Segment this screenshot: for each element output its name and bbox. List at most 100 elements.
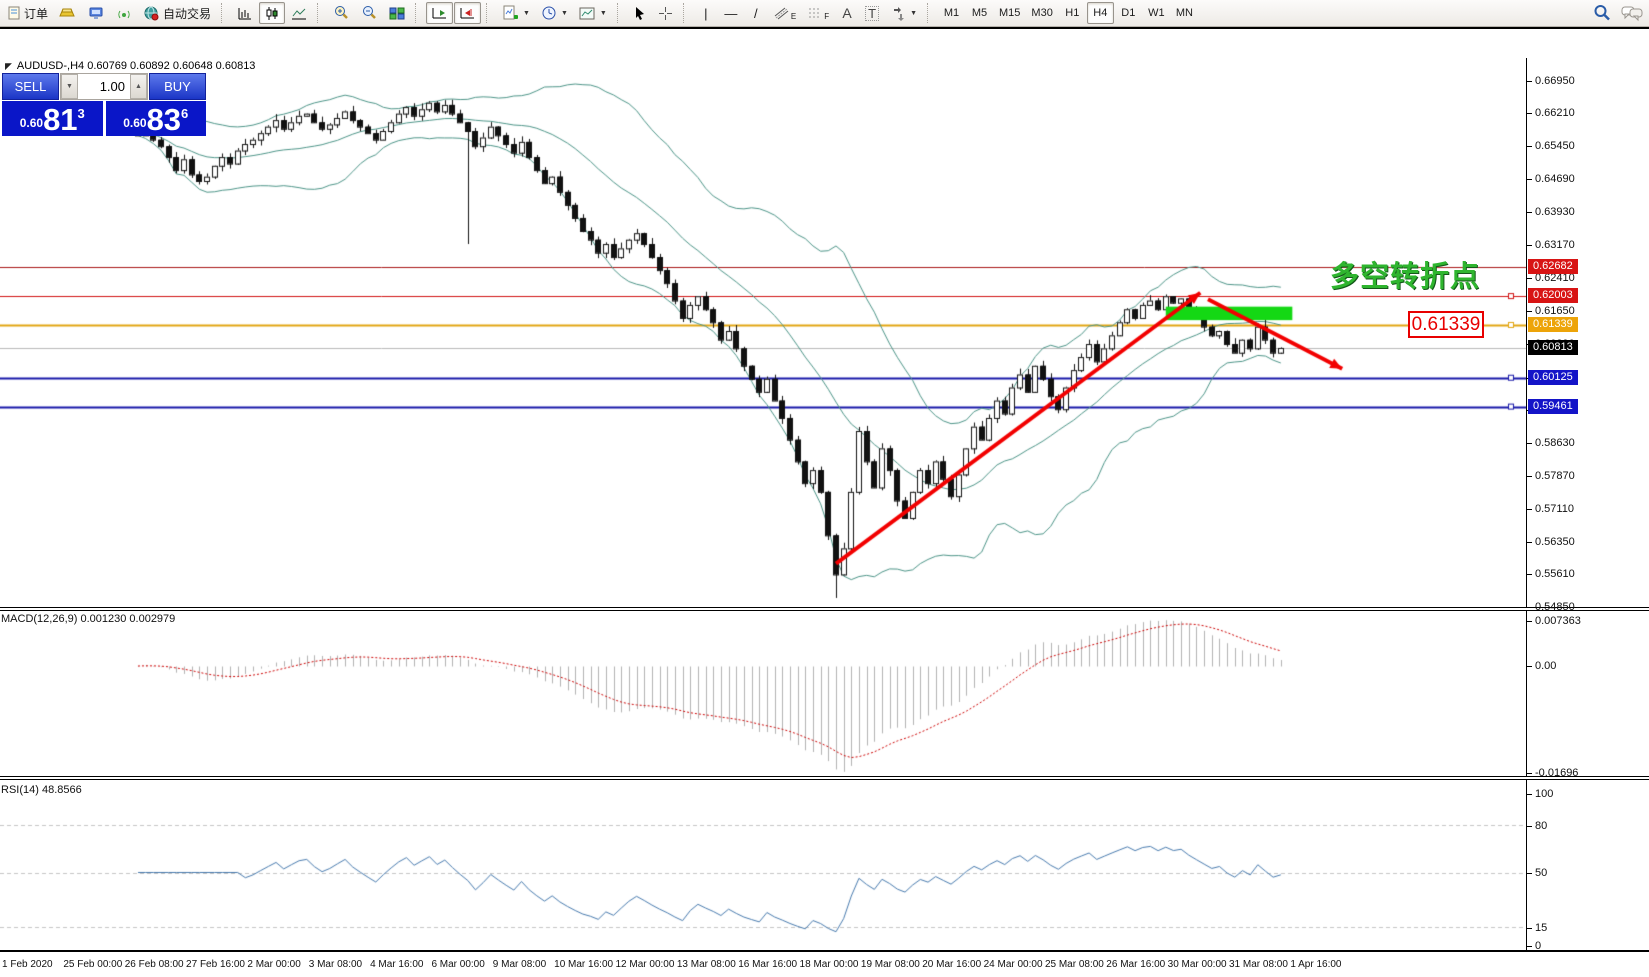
time-axis-label: 9 Mar 08:00: [493, 959, 546, 970]
time-axis-label: 31 Mar 08:00: [1229, 959, 1288, 970]
price-tick-label: 0.63170: [1535, 239, 1575, 251]
timeframe-group: M1M5M15M30H1H4D1W1MN: [938, 2, 1198, 24]
chevron-down-icon[interactable]: ▼: [561, 10, 568, 17]
sell-button[interactable]: SELL: [2, 73, 59, 100]
equidistant-channel-tool-button[interactable]: E: [769, 2, 801, 24]
text-label-tool-button[interactable]: T: [860, 2, 884, 24]
axis-tick-label: 80: [1535, 820, 1547, 832]
text-tool-button[interactable]: A: [835, 2, 859, 24]
rsi-canvas[interactable]: [0, 780, 1526, 950]
trendline-tool-button[interactable]: /: [744, 2, 768, 24]
chart-title-text: AUDUSD-,H4 0.60769 0.60892 0.60648 0.608…: [17, 60, 256, 72]
time-axis[interactable]: 1 Feb 202025 Feb 00:0026 Feb 08:0027 Feb…: [0, 952, 1649, 977]
template-icon: [579, 6, 596, 21]
chart-marker-icon: ◤: [5, 61, 12, 72]
toolbar-separator: [927, 3, 934, 23]
chinese-annotation[interactable]: 多空转折点: [1300, 262, 1480, 292]
sell-price-big: 81: [43, 107, 77, 133]
zoom-out-button[interactable]: [356, 2, 383, 24]
application-window: 订单 自动交易: [0, 0, 1649, 948]
history-center-button[interactable]: [54, 2, 82, 24]
terminal-button[interactable]: [83, 2, 110, 24]
candlestick-mode-button[interactable]: [259, 2, 285, 24]
tile-windows-button[interactable]: [384, 2, 410, 24]
price-tick: [1527, 146, 1532, 147]
volume-up-button[interactable]: ▲: [130, 74, 147, 99]
price-chart-canvas[interactable]: [0, 58, 1526, 607]
axis-tick: [1527, 928, 1532, 929]
chat-icon[interactable]: [1621, 5, 1643, 22]
signal-icon: [116, 6, 132, 21]
periods-button[interactable]: ▼: [536, 2, 573, 24]
time-axis-label: 19 Mar 08:00: [861, 959, 920, 970]
macd-canvas[interactable]: [0, 611, 1526, 776]
price-tick: [1527, 607, 1532, 608]
time-axis-label: 20 Mar 16:00: [922, 959, 981, 970]
line-chart-mode-button[interactable]: [286, 2, 312, 24]
sell-price-base: 0.60: [20, 116, 43, 130]
arrows-tool-button[interactable]: ▼: [885, 2, 922, 24]
timeframe-h4[interactable]: H4: [1087, 2, 1114, 24]
time-axis-label: 1 Feb 2020: [2, 959, 53, 970]
new-order-button[interactable]: 订单: [2, 2, 53, 24]
cursor-tool-button[interactable]: [628, 2, 652, 24]
add-indicator-button[interactable]: ▼: [497, 2, 535, 24]
timeframe-m1[interactable]: M1: [938, 2, 965, 24]
timeframe-m5[interactable]: M5: [966, 2, 993, 24]
chart-shift-icon: [459, 6, 476, 21]
buy-button[interactable]: BUY: [149, 73, 206, 100]
chevron-down-icon[interactable]: ▼: [910, 10, 917, 17]
crosshair-tool-button[interactable]: [653, 2, 678, 24]
chevron-down-icon[interactable]: ▼: [523, 10, 530, 17]
axis-tick: [1527, 794, 1532, 795]
zoom-in-button[interactable]: [328, 2, 355, 24]
timeframe-mn[interactable]: MN: [1171, 2, 1198, 24]
axis-tick: [1527, 826, 1532, 827]
time-axis-label: 30 Mar 00:00: [1168, 959, 1227, 970]
volume-down-button[interactable]: ▼: [61, 74, 78, 99]
panel-divider[interactable]: [0, 776, 1649, 780]
axis-tick: [1527, 666, 1532, 667]
price-tick-label: 0.66950: [1535, 75, 1575, 87]
autotrade-button[interactable]: 自动交易: [138, 2, 216, 24]
buy-price-big: 83: [147, 107, 181, 133]
toolbar-separator: [415, 3, 422, 23]
auto-scroll-button[interactable]: [426, 2, 453, 24]
templates-button[interactable]: ▼: [574, 2, 612, 24]
time-axis-label: 27 Feb 16:00: [186, 959, 245, 970]
axis-tick: [1527, 946, 1532, 947]
vertical-line-tool-button[interactable]: |: [694, 2, 718, 24]
cursor-icon: [633, 6, 647, 21]
candlestick-icon: [264, 6, 280, 21]
price-tick: [1527, 574, 1532, 575]
signal-button[interactable]: [111, 2, 137, 24]
chart-shift-button[interactable]: [454, 2, 481, 24]
price-tick: [1527, 179, 1532, 180]
vertical-line-icon: |: [704, 7, 707, 20]
timeframe-d1[interactable]: D1: [1115, 2, 1142, 24]
bar-chart-icon: [237, 6, 253, 21]
sell-price-tile[interactable]: 0.60813: [2, 101, 103, 136]
buy-price-base: 0.60: [123, 116, 146, 130]
tile-windows-icon: [389, 6, 405, 21]
timeframe-h1[interactable]: H1: [1059, 2, 1086, 24]
timeframe-m30[interactable]: M30: [1026, 2, 1057, 24]
volume-value[interactable]: 1.00: [78, 74, 130, 99]
chevron-down-icon[interactable]: ▼: [600, 10, 607, 17]
time-axis-label: 25 Mar 08:00: [1045, 959, 1104, 970]
horizontal-line-tool-button[interactable]: —: [719, 2, 743, 24]
bar-chart-mode-button[interactable]: [232, 2, 258, 24]
fibonacci-icon: [807, 6, 823, 21]
fibonacci-tool-button[interactable]: F: [802, 2, 834, 24]
volume-field[interactable]: ▼ 1.00 ▲: [60, 73, 148, 100]
timeframe-w1[interactable]: W1: [1143, 2, 1170, 24]
order-label: 订单: [24, 5, 48, 22]
axis-tick-label: 0: [1535, 940, 1541, 952]
search-icon[interactable]: [1593, 4, 1611, 22]
price-callout-label[interactable]: 0.61339: [1408, 311, 1484, 338]
price-tick-label: 0.57110: [1535, 503, 1574, 515]
panel-divider[interactable]: [0, 607, 1649, 611]
text-tool-icon: A: [842, 6, 851, 20]
buy-price-tile[interactable]: 0.60836: [106, 101, 207, 136]
timeframe-m15[interactable]: M15: [994, 2, 1025, 24]
